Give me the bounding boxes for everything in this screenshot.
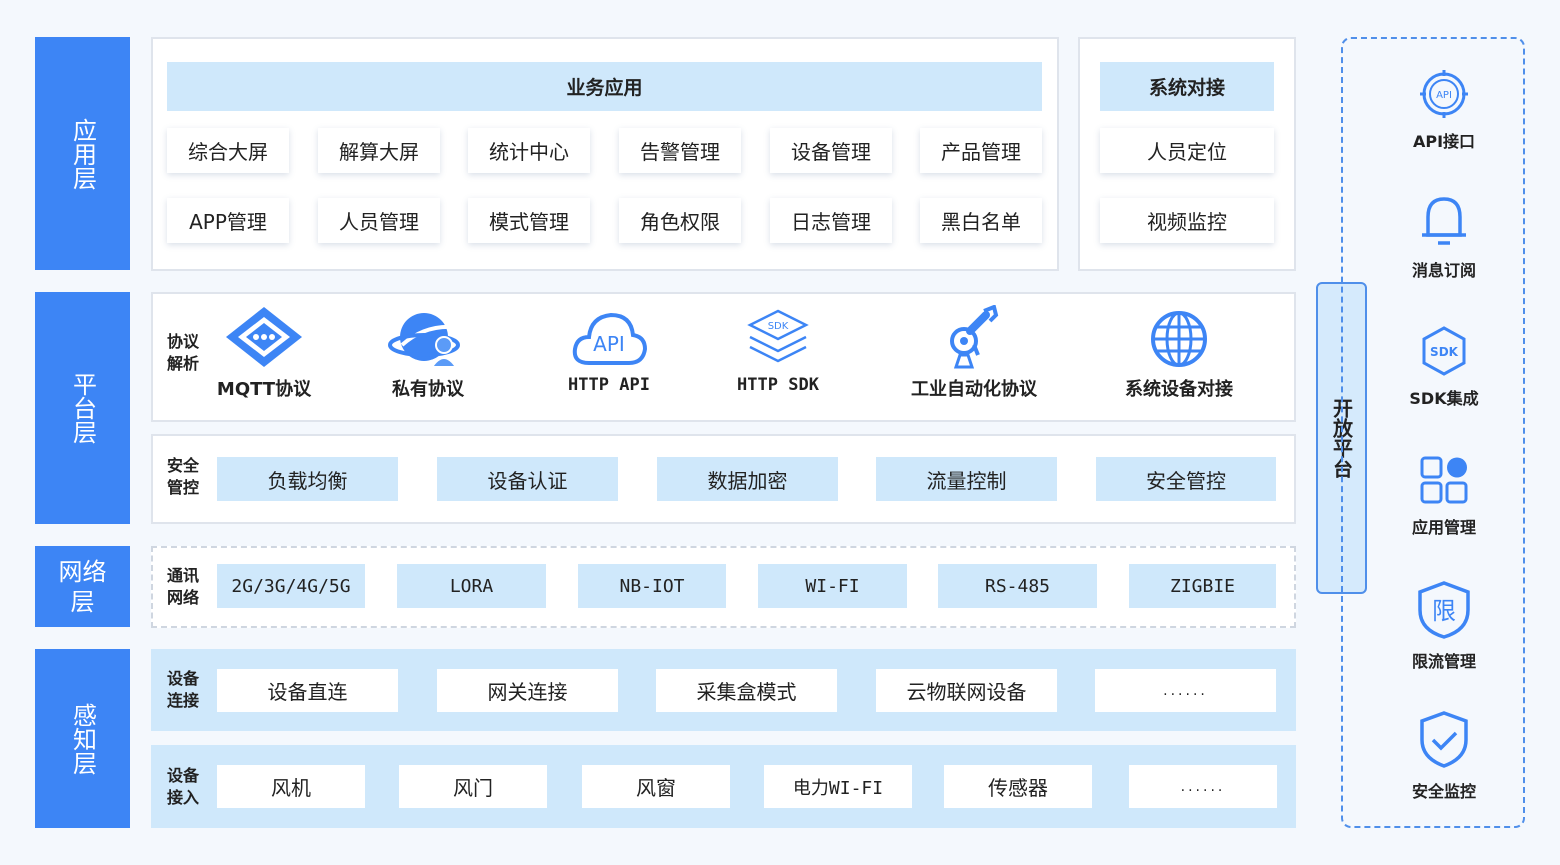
- protocol-item-industrial: 工业自动化协议: [899, 305, 1049, 401]
- protocol-item-http-api: API HTTP API: [544, 305, 674, 395]
- shield-limit-icon: 限: [1418, 581, 1470, 639]
- device-connect-label: 设备连接: [167, 669, 200, 710]
- sdk-icon: SDK: [1422, 326, 1466, 376]
- layer-label-platform: 平台层: [35, 292, 130, 524]
- security-item[interactable]: 安全管控: [1096, 457, 1276, 501]
- system-integration-title: 系统对接: [1100, 62, 1274, 111]
- security-item[interactable]: 设备认证: [437, 457, 618, 501]
- layer-label-network: 网络层: [35, 546, 130, 627]
- system-item[interactable]: 人员定位: [1100, 128, 1274, 173]
- protocol-item-mqtt: MQTT协议: [199, 305, 329, 401]
- robot-arm-icon: [950, 305, 999, 369]
- app-item[interactable]: APP管理: [167, 198, 289, 243]
- right-item-label: 应用管理: [1411, 518, 1476, 537]
- svg-text:限: 限: [1432, 597, 1456, 625]
- protocol-name: 私有协议: [392, 379, 464, 400]
- app-item[interactable]: 模式管理: [468, 198, 590, 243]
- right-item-label: 消息订阅: [1411, 261, 1476, 280]
- security-item[interactable]: 数据加密: [657, 457, 838, 501]
- access-item[interactable]: 风窗: [582, 765, 730, 808]
- network-item[interactable]: 2G/3G/4G/5G: [217, 564, 365, 608]
- protocol-item-http-sdk: SDK HTTP SDK: [713, 305, 843, 395]
- mqtt-icon: [226, 307, 302, 367]
- access-item[interactable]: 传感器: [944, 765, 1092, 808]
- app-item[interactable]: 解算大屏: [318, 128, 440, 173]
- connect-item[interactable]: 网关连接: [437, 669, 618, 712]
- access-item[interactable]: 风门: [399, 765, 547, 808]
- svg-text:SDK: SDK: [1430, 345, 1459, 359]
- layer-label-app: 应用层: [35, 37, 130, 270]
- right-item-sdk: SDK SDK集成: [1374, 325, 1514, 409]
- right-item-app-manage: 应用管理: [1374, 454, 1514, 538]
- right-item-label: 限流管理: [1411, 652, 1476, 671]
- bell-icon: [1422, 197, 1466, 245]
- layer-label-network-text: 网络层: [58, 557, 107, 616]
- right-item-security-monitor: 安全监控: [1374, 710, 1514, 802]
- protocol-name: 系统设备对接: [1125, 379, 1233, 400]
- right-item-subscribe: 消息订阅: [1374, 193, 1514, 281]
- security-item[interactable]: 负载均衡: [217, 457, 398, 501]
- globe-icon: [1151, 311, 1207, 367]
- private-protocol-icon: [388, 313, 460, 368]
- layer-label-perception: 感知层: [35, 649, 130, 828]
- business-app-title: 业务应用: [167, 62, 1042, 111]
- app-item[interactable]: 告警管理: [619, 128, 741, 173]
- network-item[interactable]: NB-IOT: [578, 564, 726, 608]
- svg-text:SDK: SDK: [768, 321, 789, 332]
- security-label: 安全管控: [167, 456, 200, 497]
- network-item[interactable]: RS-485: [938, 564, 1097, 608]
- svg-text:API: API: [1436, 90, 1452, 101]
- app-item[interactable]: 日志管理: [770, 198, 892, 243]
- app-item[interactable]: 黑白名单: [920, 198, 1042, 243]
- right-item-api: API API接口: [1374, 68, 1514, 152]
- access-item[interactable]: 电力WI-FI: [764, 765, 912, 808]
- protocol-name: MQTT协议: [216, 379, 312, 400]
- protocol-name: HTTP API: [568, 375, 650, 395]
- connect-item[interactable]: 云物联网设备: [876, 669, 1057, 712]
- app-item[interactable]: 角色权限: [619, 198, 741, 243]
- shield-check-icon: [1420, 711, 1468, 768]
- right-item-label: 安全监控: [1411, 782, 1476, 801]
- app-item[interactable]: 产品管理: [920, 128, 1042, 173]
- network-item[interactable]: ZIGBIE: [1129, 564, 1276, 608]
- access-item[interactable]: 风机: [217, 765, 365, 808]
- app-item[interactable]: 设备管理: [770, 128, 892, 173]
- app-item[interactable]: 统计中心: [468, 128, 590, 173]
- app-item[interactable]: 综合大屏: [167, 128, 289, 173]
- protocol-item-private: 私有协议: [363, 305, 493, 401]
- app-item[interactable]: 人员管理: [318, 198, 440, 243]
- security-item[interactable]: 流量控制: [876, 457, 1057, 501]
- connect-item[interactable]: 采集盒模式: [656, 669, 837, 712]
- device-access-label: 设备接入: [167, 766, 200, 807]
- connect-item-more[interactable]: ......: [1095, 669, 1276, 712]
- protocol-name: HTTP SDK: [737, 375, 819, 395]
- protocol-item-system: 系统设备对接: [1104, 305, 1254, 401]
- cloud-api-icon: API: [572, 312, 648, 365]
- network-item[interactable]: WI-FI: [758, 564, 907, 608]
- right-item-label: API接口: [1412, 132, 1476, 151]
- protocol-name: 工业自动化协议: [911, 379, 1037, 400]
- svg-text:API: API: [593, 332, 625, 356]
- right-item-rate-limit: 限 限流管理: [1374, 580, 1514, 672]
- network-label: 通讯网络: [167, 566, 200, 607]
- app-grid-icon: [1420, 456, 1468, 504]
- system-item[interactable]: 视频监控: [1100, 198, 1274, 243]
- network-item[interactable]: LORA: [397, 564, 546, 608]
- access-item-more[interactable]: ......: [1129, 765, 1277, 808]
- api-icon: API: [1420, 70, 1468, 118]
- connect-item[interactable]: 设备直连: [217, 669, 398, 712]
- sdk-layers-icon: SDK: [747, 309, 809, 363]
- right-item-label: SDK集成: [1409, 389, 1479, 408]
